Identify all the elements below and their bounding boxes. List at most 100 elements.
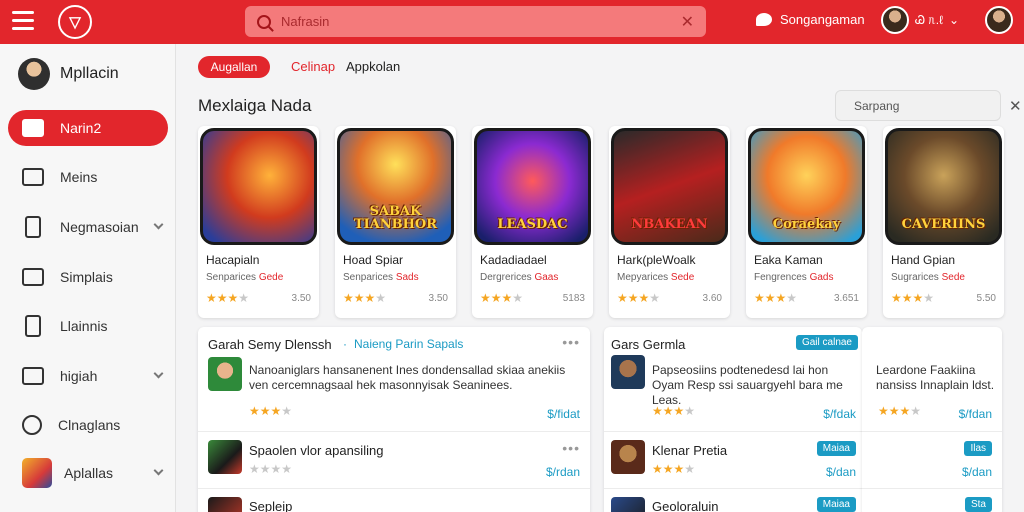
list-thumb: [611, 497, 645, 512]
game-thumbnail-icon: [22, 458, 52, 488]
list-badge[interactable]: Maiaa: [816, 441, 856, 456]
divider: [198, 431, 590, 432]
rating-stars: ★★★★: [652, 462, 696, 476]
rating-stars: ★★★★: [891, 291, 935, 305]
list-title[interactable]: Klenar Pretia: [652, 443, 727, 458]
list-badge[interactable]: Maiaa: [816, 497, 856, 512]
sidebar-item-7[interactable]: Aplallas: [8, 455, 168, 491]
app-name: Hacapialn: [206, 253, 260, 267]
app-value: 3.651: [833, 292, 859, 304]
top-search-input[interactable]: [281, 14, 681, 29]
app-category: Senparices Gede: [206, 272, 284, 283]
sidebar-item-label: Negmasoian: [60, 219, 139, 235]
list-price[interactable]: $/dan: [962, 465, 992, 479]
sidebar-item-label: Aplallas: [64, 465, 114, 481]
app-art: LEASDAC: [474, 128, 591, 245]
rating-stars: ★★★★: [249, 462, 293, 476]
list-panel-left: Garah Semy Dlenssh · Naieng Parin Sapals…: [198, 327, 590, 512]
app-value: 5.50: [976, 292, 996, 304]
app-card[interactable]: Coraekay Eaka Kaman Fengrences Gads ★★★★…: [746, 126, 867, 318]
sidebar-item-label: Llainnis: [60, 318, 108, 334]
chevron-down-icon[interactable]: [153, 368, 164, 379]
more-options-icon[interactable]: •••: [562, 334, 580, 350]
rating-stars: ★★★★: [652, 404, 696, 418]
app-category: Sugrarices Sede: [891, 272, 965, 283]
app-value: 5183: [562, 292, 585, 304]
window-icon: [22, 168, 44, 186]
main-content: Augallan Celinap Appkolan Mexlaiga Nada …: [176, 44, 1024, 512]
app-logo[interactable]: ▽: [58, 5, 92, 39]
list-thumb: [611, 355, 645, 389]
list-price[interactable]: $/fdan: [959, 407, 992, 421]
section-search-input[interactable]: [854, 98, 1009, 113]
rating-stars: ★★★★: [480, 291, 524, 305]
list-price[interactable]: $/dan: [826, 465, 856, 479]
sidebar-item-0[interactable]: Narin2: [8, 110, 168, 146]
list-panel-right: Gars Germla Gail calnae Papseosiins podt…: [604, 327, 862, 512]
sidebar-item-label: Clnaglans: [58, 417, 121, 433]
list-title[interactable]: Spaolen vlor apansiling: [249, 443, 383, 458]
list-thumb: [208, 497, 242, 512]
chevron-down-icon: ⌄: [948, 13, 960, 27]
filter-active[interactable]: Augallan: [198, 56, 270, 78]
list-thumb: [208, 440, 242, 474]
top-search-bar[interactable]: ✕: [245, 6, 706, 37]
panel-title: Gars Germla: [611, 337, 686, 352]
menu-icon[interactable]: [12, 11, 34, 31]
sidebar-header[interactable]: Mpllacin: [18, 58, 119, 90]
sidebar-item-6[interactable]: Clnaglans: [8, 407, 168, 443]
rating-stars: ★★★★: [754, 291, 798, 305]
app-art: Coraekay: [748, 128, 865, 245]
list-badge[interactable]: Sta: [964, 497, 992, 512]
profile-avatar[interactable]: [985, 6, 1013, 34]
app-card[interactable]: Hacapialn Senparices Gede ★★★★ 3.50: [198, 126, 319, 318]
app-value: 3.50: [291, 292, 311, 304]
sidebar-item-5[interactable]: higiah: [8, 358, 168, 394]
section-search[interactable]: ✕: [835, 90, 1022, 121]
divider: [862, 431, 1002, 432]
list-price[interactable]: $/fidat: [547, 407, 580, 421]
divider: [198, 488, 590, 489]
clear-search-icon[interactable]: ✕: [1009, 97, 1022, 115]
more-options-icon[interactable]: •••: [562, 440, 580, 456]
list-badge[interactable]: Ilas: [964, 441, 992, 456]
chevron-down-icon[interactable]: [153, 219, 164, 230]
app-value: 3.50: [428, 292, 448, 304]
sidebar-avatar: [18, 58, 50, 90]
list-thumb: [611, 440, 645, 474]
panel-badge[interactable]: Gail calnae: [795, 335, 858, 350]
app-card[interactable]: SABAK TIANBHOR Hoad Spiar Senparices Sad…: [335, 126, 456, 318]
document-icon: [25, 216, 41, 238]
app-card[interactable]: LEASDAC Kadadiadael Dergrerices Gaas ★★★…: [472, 126, 593, 318]
filter-link-2[interactable]: Appkolan: [346, 59, 400, 74]
list-price[interactable]: $/fdak: [823, 407, 856, 421]
list-description: Leardone Faakiina nansiss Innaplain ldst…: [876, 363, 995, 392]
app-card[interactable]: NBAKEAN Hark(pleWoalk Mepyarices Sede ★★…: [609, 126, 730, 318]
app-cards: Hacapialn Senparices Gede ★★★★ 3.50 SABAK…: [198, 126, 1004, 318]
app-card[interactable]: CAVERIINS Hand Gpian Sugrarices Sede ★★★…: [883, 126, 1004, 318]
list-price[interactable]: $/rdan: [546, 465, 580, 479]
sidebar-item-2[interactable]: Negmasoian: [8, 209, 168, 245]
filter-link-1[interactable]: Celinap: [291, 59, 335, 74]
list-title[interactable]: Sepleip: [249, 499, 292, 512]
chevron-down-icon[interactable]: [153, 465, 164, 476]
messages-button[interactable]: Songangaman: [756, 12, 865, 27]
user-menu[interactable]: Ꮚ ᥰ.ℓ ⌄: [915, 13, 959, 28]
panel-link[interactable]: Naieng Parin Sapals: [354, 337, 463, 351]
list-thumb: [208, 357, 242, 391]
list-panel-far: Leardone Faakiina nansiss Innaplain ldst…: [862, 327, 1002, 512]
sidebar-item-1[interactable]: Meins: [8, 159, 168, 195]
avatar[interactable]: [881, 6, 909, 34]
list-title[interactable]: Geoloraluin: [652, 499, 719, 512]
list-description: Papseosiins podtenedesd lai hon Oyam Res…: [652, 363, 843, 407]
sidebar-item-4[interactable]: Llainnis: [8, 308, 168, 344]
rating-stars: ★★★★: [878, 404, 922, 418]
rating-stars: ★★★★: [343, 291, 387, 305]
clear-search-icon[interactable]: ✕: [681, 12, 694, 32]
divider: [862, 488, 1002, 489]
app-category: Mepyarices Sede: [617, 272, 695, 283]
sidebar-item-label: Simplais: [60, 269, 113, 285]
sidebar-item-3[interactable]: Simplais: [8, 259, 168, 295]
divider: [604, 431, 862, 432]
app-name: Hark(pleWoalk: [617, 253, 696, 267]
